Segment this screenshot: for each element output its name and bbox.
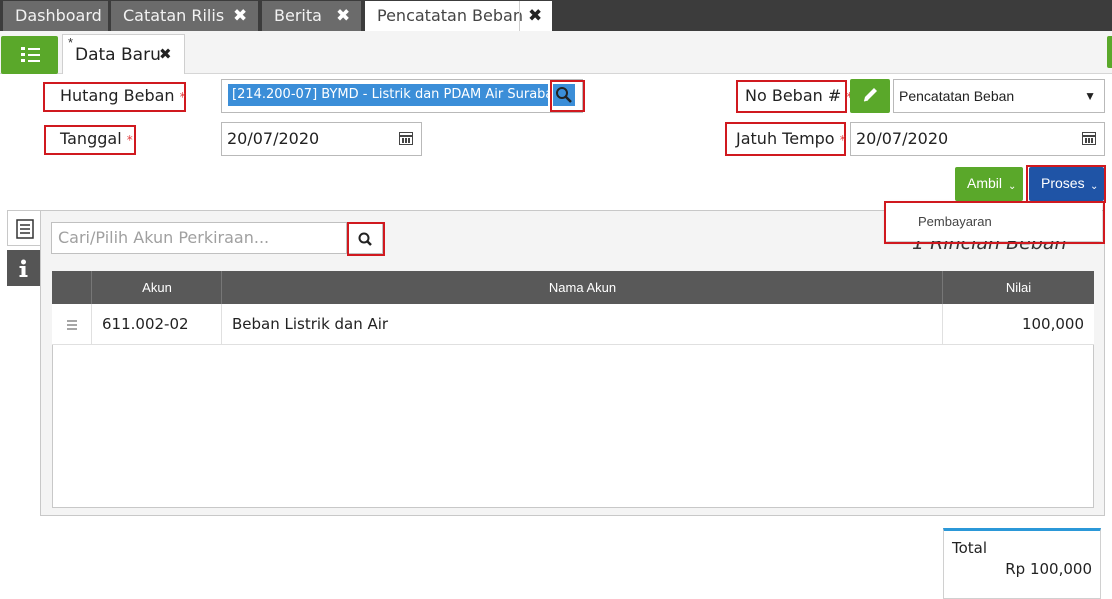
close-icon[interactable]: ✖	[336, 1, 350, 31]
highlight-box	[1026, 165, 1106, 203]
close-icon[interactable]: ✖	[159, 45, 172, 63]
tab-label: Data Baru	[75, 45, 161, 65]
search-placeholder: Cari/Pilih Akun Perkiraan...	[58, 228, 270, 247]
app-window: Dashboard Catatan Rilis ✖ Berita ✖ Penca…	[0, 0, 1112, 599]
calendar-icon[interactable]	[1082, 132, 1096, 145]
modified-mark: *	[68, 35, 74, 50]
jatuh-tempo-field[interactable]: 20/07/2020	[850, 122, 1105, 156]
drag-handle-icon[interactable]	[52, 304, 92, 345]
tanggal-field[interactable]: 20/07/2020	[221, 122, 422, 156]
table-row[interactable]: 611.002-02 Beban Listrik dan Air 100,000	[52, 304, 1094, 345]
tab-berita[interactable]: Berita ✖	[262, 1, 361, 31]
total-label: Total	[952, 539, 988, 557]
tab-label: Catatan Rilis	[123, 6, 225, 25]
close-icon[interactable]: ✖	[233, 1, 247, 31]
tab-label: Berita	[274, 6, 322, 25]
chevron-down-icon: ⌄	[1008, 181, 1017, 192]
total-box: Total Rp 100,000	[943, 528, 1101, 599]
cell-nilai: 100,000	[942, 304, 1094, 345]
column-header-nilai: Nilai	[942, 271, 1094, 304]
tab-data-baru[interactable]: * Data Baru ✖	[62, 34, 185, 74]
toolbar-edge-button[interactable]	[1107, 36, 1112, 68]
drag-column-header	[52, 271, 92, 304]
top-tab-bar: Dashboard Catatan Rilis ✖ Berita ✖ Penca…	[0, 0, 1112, 31]
highlight-box	[550, 80, 585, 112]
ambil-label: Ambil	[967, 175, 1003, 191]
chevron-down-icon: ▼	[1084, 89, 1096, 103]
grid-header: Akun Nama Akun Nilai	[52, 271, 1094, 304]
list-icon	[16, 219, 34, 239]
list-menu-button[interactable]	[1, 36, 58, 74]
tanggal-label: Tanggal *	[60, 129, 133, 148]
column-header-akun: Akun	[91, 271, 222, 304]
tab-catatan-rilis[interactable]: Catatan Rilis ✖	[111, 1, 258, 31]
no-beban-label: No Beban # *	[745, 86, 852, 105]
jatuh-tempo-label: Jatuh Tempo *	[736, 129, 846, 148]
cell-akun: 611.002-02	[91, 304, 222, 345]
calendar-icon[interactable]	[399, 132, 413, 145]
no-beban-select[interactable]: Pencatatan Beban ▼	[893, 79, 1105, 113]
cell-nama-akun: Beban Listrik dan Air	[221, 304, 943, 345]
hutang-beban-value: [214.200-07] BYMD - Listrik dan PDAM Air…	[228, 84, 548, 106]
total-value: Rp 100,000	[1005, 560, 1092, 578]
tab-label: Pencatatan Beban	[377, 6, 523, 25]
akun-search-input[interactable]: Cari/Pilih Akun Perkiraan...	[51, 222, 347, 254]
close-icon[interactable]: ✖	[528, 1, 542, 31]
info-icon	[19, 259, 28, 277]
tab-label: Dashboard	[15, 6, 102, 25]
detail-tab[interactable]	[7, 210, 40, 246]
highlight-box	[347, 222, 385, 256]
tab-dashboard[interactable]: Dashboard	[3, 1, 108, 31]
info-tab[interactable]	[7, 250, 40, 286]
select-value: Pencatatan Beban	[899, 88, 1015, 104]
tab-pencatatan-beban[interactable]: Pencatatan Beban ✖	[365, 1, 552, 31]
edit-number-button[interactable]	[850, 79, 890, 113]
hutang-beban-label: Hutang Beban *	[60, 86, 186, 105]
column-header-nama-akun: Nama Akun	[221, 271, 943, 304]
highlight-box	[884, 201, 1105, 244]
ambil-button[interactable]: Ambil ⌄	[955, 167, 1023, 201]
